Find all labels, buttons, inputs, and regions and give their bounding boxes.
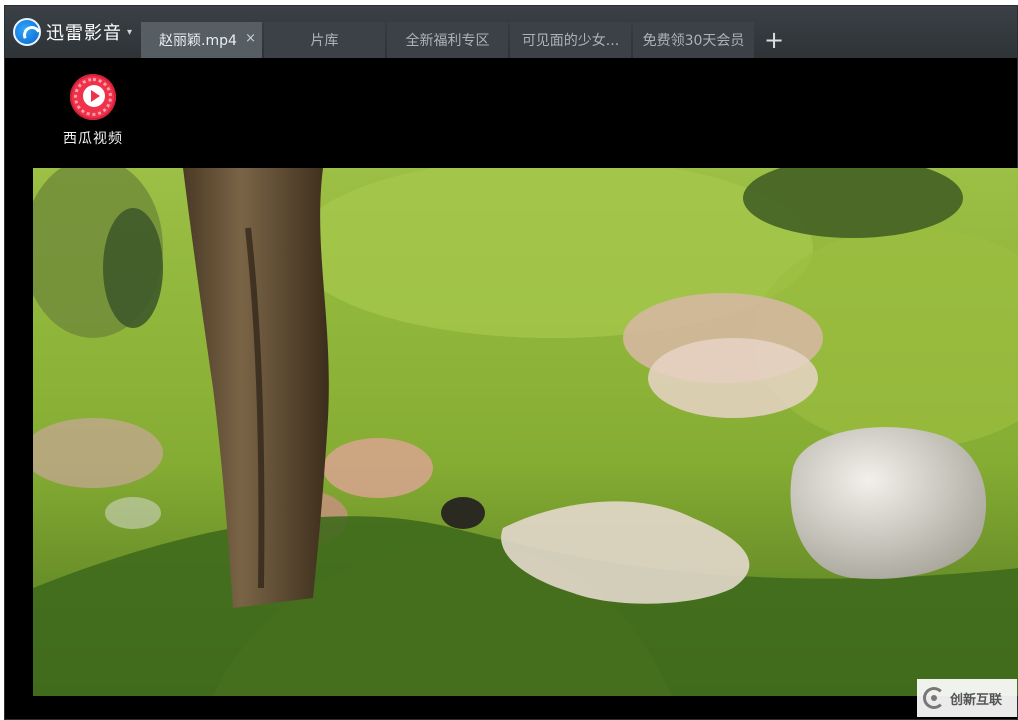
tab-label: 赵丽颖.mp4 bbox=[159, 33, 237, 49]
site-watermark: 创新互联 bbox=[917, 679, 1017, 717]
brand-logo-icon bbox=[923, 687, 945, 709]
chevron-down-icon: ▾ bbox=[127, 26, 133, 38]
play-circle-icon bbox=[70, 74, 116, 120]
watermark-text: 西瓜视频 bbox=[63, 131, 123, 147]
xunlei-logo-icon bbox=[13, 18, 41, 46]
video-frame[interactable] bbox=[33, 168, 1018, 696]
app-title: 迅雷影音 bbox=[46, 23, 122, 44]
tab-free-membership[interactable]: 免费领30天会员 bbox=[633, 22, 754, 58]
video-scene bbox=[33, 168, 1018, 696]
tab-current-video[interactable]: 赵丽颖.mp4 × bbox=[141, 22, 262, 58]
tab-label: 片库 bbox=[310, 33, 339, 49]
tab-label: 全新福利专区 bbox=[405, 33, 490, 49]
title-bar: 迅雷影音 ▾ 赵丽颖.mp4 × 片库 全新福利专区 可见面的少女... 免费领… bbox=[5, 6, 1017, 58]
tab-library[interactable]: 片库 bbox=[264, 22, 385, 58]
add-tab-button[interactable]: + bbox=[756, 22, 792, 58]
tab-welfare-zone[interactable]: 全新福利专区 bbox=[387, 22, 508, 58]
tab-recommendation[interactable]: 可见面的少女... bbox=[510, 22, 631, 58]
tab-strip: 赵丽颖.mp4 × 片库 全新福利专区 可见面的少女... 免费领30天会员 + bbox=[141, 22, 792, 58]
app-menu-button[interactable]: 迅雷影音 ▾ bbox=[5, 6, 141, 58]
xigua-video-watermark: 西瓜视频 bbox=[53, 74, 133, 148]
close-icon[interactable]: × bbox=[245, 31, 256, 46]
tab-label: 可见面的少女... bbox=[521, 33, 620, 49]
player-window: 迅雷影音 ▾ 赵丽颖.mp4 × 片库 全新福利专区 可见面的少女... 免费领… bbox=[4, 5, 1018, 720]
tab-label: 免费领30天会员 bbox=[642, 33, 745, 49]
site-watermark-text: 创新互联 bbox=[950, 692, 1003, 708]
